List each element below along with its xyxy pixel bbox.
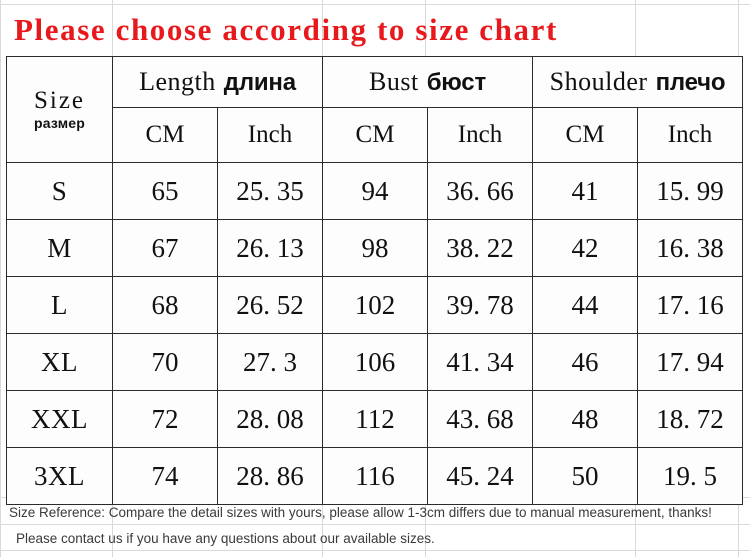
table-row: M 67 26. 13 98 38. 22 42 16. 38	[6, 219, 744, 277]
cell-bust-inch: 36. 66	[427, 162, 533, 220]
cell-bust-cm: 106	[322, 333, 428, 391]
cell-length-inch: 25. 35	[217, 162, 323, 220]
header-group-bust-ru: бюст	[426, 69, 487, 96]
header-unit-bust-inch: Inch	[427, 107, 533, 163]
header-size-en: Size	[33, 87, 86, 115]
cell-shoulder-inch: 18. 72	[636, 390, 744, 448]
table-row: L 68 26. 52 102 39. 78 44 17. 16	[6, 276, 744, 334]
cell-bust-inch: 38. 22	[427, 219, 533, 277]
row-size-label: M	[6, 219, 113, 277]
header-size: Size размер	[6, 56, 113, 163]
cell-length-inch: 26. 52	[217, 276, 323, 334]
header-group-length-ru: длина	[223, 69, 296, 96]
header-group-length-en: Length	[139, 67, 216, 96]
page-title: Please choose according to size chart	[14, 11, 558, 47]
header-group-bust-en: Bust	[369, 67, 419, 96]
header-unit-length-cm: CM	[112, 107, 218, 163]
cell-length-cm: 74	[112, 447, 218, 505]
row-size-label: 3XL	[6, 447, 113, 505]
cell-shoulder-inch: 17. 94	[636, 333, 744, 391]
row-size-label: S	[6, 162, 113, 220]
header-size-ru: размер	[33, 115, 85, 132]
table-row: XXL 72 28. 08 112 43. 68 48 18. 72	[6, 390, 744, 448]
size-reference-note: Size Reference: Compare the detail sizes…	[9, 505, 712, 520]
cell-length-cm: 67	[112, 219, 218, 277]
cell-shoulder-cm: 41	[532, 162, 638, 220]
cell-shoulder-cm: 48	[532, 390, 638, 448]
cell-length-inch: 27. 3	[217, 333, 323, 391]
header-unit-shoulder-inch: Inch	[636, 107, 744, 163]
cell-shoulder-inch: 17. 16	[636, 276, 744, 334]
cell-bust-cm: 94	[322, 162, 428, 220]
table-row: S 65 25. 35 94 36. 66 41 15. 99	[6, 162, 744, 220]
header-unit-length-inch: Inch	[217, 107, 323, 163]
header-row-units: CM Inch CM Inch CM Inch	[7, 107, 744, 163]
cell-bust-cm: 116	[322, 447, 428, 505]
cell-bust-inch: 45. 24	[427, 447, 533, 505]
cell-bust-cm: 112	[322, 390, 428, 448]
cell-length-inch: 26. 13	[217, 219, 323, 277]
cell-length-cm: 68	[112, 276, 218, 334]
cell-length-inch: 28. 86	[217, 447, 323, 505]
header-row-groups: Size размер Length длина Bust бюст Shoulde…	[6, 56, 744, 163]
cell-shoulder-cm: 50	[532, 447, 638, 505]
cell-length-cm: 72	[112, 390, 218, 448]
cell-bust-inch: 39. 78	[427, 276, 533, 334]
header-group-shoulder-ru: плечо	[655, 69, 726, 96]
table-header: Size размер Length длина Bust бюст Shoulde…	[6, 56, 744, 163]
row-size-label: XXL	[6, 390, 113, 448]
cell-bust-inch: 43. 68	[427, 390, 533, 448]
table-body: S 65 25. 35 94 36. 66 41 15. 99 M 67 26.…	[6, 162, 744, 505]
cell-shoulder-cm: 44	[532, 276, 638, 334]
header-group-length: Length длина	[112, 56, 323, 108]
cell-shoulder-cm: 46	[532, 333, 638, 391]
size-chart-page: Please choose according to size chart Si…	[0, 0, 750, 557]
row-size-label: L	[6, 276, 113, 334]
chart-title-bar: Please choose according to size chart	[6, 8, 738, 50]
cell-length-cm: 65	[112, 162, 218, 220]
header-unit-bust-cm: CM	[322, 107, 428, 163]
contact-note: Please contact us if you have any questi…	[16, 531, 435, 546]
cell-bust-inch: 41. 34	[427, 333, 533, 391]
cell-shoulder-inch: 19. 5	[636, 447, 744, 505]
cell-length-inch: 28. 08	[217, 390, 323, 448]
cell-bust-cm: 102	[322, 276, 428, 334]
cell-shoulder-inch: 15. 99	[636, 162, 744, 220]
header-unit-shoulder-cm: CM	[532, 107, 638, 163]
cell-length-cm: 70	[112, 333, 218, 391]
header-group-bust: Bust бюст	[322, 56, 533, 108]
cell-bust-cm: 98	[322, 219, 428, 277]
table-row: XL 70 27. 3 106 41. 34 46 17. 94	[6, 333, 744, 391]
cell-shoulder-cm: 42	[532, 219, 638, 277]
header-group-shoulder-en: Shoulder	[549, 67, 648, 96]
cell-shoulder-inch: 16. 38	[636, 219, 744, 277]
table-row: 3XL 74 28. 86 116 45. 24 50 19. 5	[6, 447, 744, 505]
header-group-shoulder: Shoulder плечо	[531, 56, 744, 108]
row-size-label: XL	[6, 333, 113, 391]
size-chart-table: Size размер Length длина Bust бюст Shoulde…	[6, 56, 744, 505]
